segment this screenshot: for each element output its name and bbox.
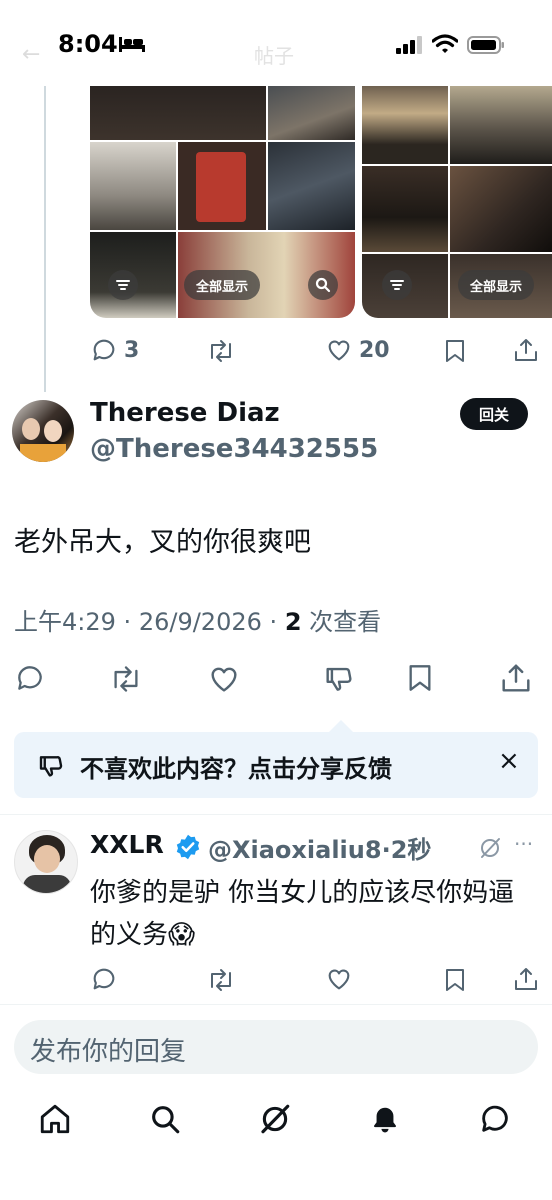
share-icon[interactable] (513, 966, 539, 992)
post-meta: 上午4:29 · 26/9/2026 · 2 次查看 (14, 602, 381, 637)
photo-tile[interactable] (178, 142, 266, 230)
close-icon[interactable]: × (498, 746, 520, 776)
reply-count: 3 (124, 337, 140, 363)
feedback-pointer (329, 720, 353, 732)
wifi-icon (432, 34, 458, 53)
show-all-button[interactable]: 全部显示 (184, 270, 260, 300)
photo-tile[interactable] (268, 142, 355, 230)
photo-tile[interactable] (450, 86, 552, 164)
show-all-button[interactable]: 全部显示 (458, 270, 534, 300)
repost-icon[interactable] (206, 967, 236, 993)
header-title: 帖子 (254, 44, 294, 68)
photo-tile[interactable] (90, 142, 176, 230)
heart-icon[interactable] (325, 965, 353, 993)
back-arrow-icon[interactable]: ← (22, 42, 40, 67)
share-icon (515, 339, 537, 361)
thread-connector-line (44, 86, 46, 392)
reply-icon[interactable] (14, 662, 46, 694)
like-action[interactable]: 20 (325, 336, 390, 364)
reply-action[interactable]: 3 (90, 336, 139, 364)
heart-icon (328, 340, 350, 361)
post-text: 老外吊大，叉的你很爽吧 (14, 527, 311, 558)
feedback-prompt[interactable]: 不喜欢此内容？点击分享反馈 (80, 749, 392, 784)
handle[interactable]: @Therese34432555 (90, 434, 378, 464)
reply-handle[interactable]: @Xiaoxialiu8 (208, 836, 382, 864)
search-icon (315, 277, 331, 293)
sleep-focus-icon (119, 37, 145, 52)
photo-tile[interactable] (450, 166, 552, 252)
reply-time: 2秒 (390, 836, 432, 864)
status-bar: ← 帖子 8:04 (0, 0, 552, 90)
repost-icon (211, 340, 231, 362)
photo-tile[interactable] (90, 86, 266, 140)
views-label[interactable]: 次查看 (309, 608, 381, 636)
post-time: 上午4:29 (14, 608, 116, 636)
follow-back-button[interactable]: 回关 (460, 398, 528, 430)
meta-separator: · (381, 836, 391, 864)
bookmark-icon (446, 340, 464, 362)
view-count: 2 (284, 608, 302, 636)
reply-handle-line: @Xiaoxialiu8·2秒 (208, 830, 431, 865)
post-date: 26/9/2026 (138, 608, 262, 636)
like-count: 20 (359, 337, 390, 363)
reply-composer-placeholder[interactable]: 发布你的回复 (30, 1031, 186, 1068)
more-media-button[interactable] (382, 270, 412, 300)
grok-icon[interactable] (258, 1102, 292, 1136)
search-image-button[interactable] (308, 270, 338, 300)
repost-icon[interactable] (108, 664, 144, 694)
dislike-icon (39, 756, 63, 777)
reply-composer[interactable]: 发布你的回复 (14, 1020, 538, 1074)
cellular-signal-icon (396, 36, 422, 54)
dislike-icon[interactable] (322, 662, 356, 696)
repost-action[interactable] (206, 338, 236, 364)
photo-tile[interactable] (268, 86, 355, 140)
feedback-banner[interactable]: 不喜欢此内容？点击分享反馈 × (14, 732, 538, 798)
reply-text: 你爹的是驴 你当女儿的应该尽你妈逼的义务😱 (90, 878, 515, 950)
stack-icon (390, 280, 404, 290)
home-icon[interactable] (38, 1102, 72, 1136)
avatar[interactable] (12, 400, 74, 462)
photo-grid-museum[interactable]: 全部显示 (90, 86, 355, 318)
bookmark-icon[interactable] (443, 967, 467, 993)
divider (0, 814, 552, 815)
heart-icon[interactable] (207, 662, 241, 696)
search-icon[interactable] (148, 1102, 182, 1136)
messages-icon[interactable] (478, 1102, 512, 1136)
reply-icon[interactable] (90, 965, 118, 993)
meta-separator: · (123, 608, 132, 636)
reply-icon (93, 339, 115, 361)
share-action[interactable] (513, 337, 539, 363)
display-name[interactable]: Therese Diaz (90, 398, 280, 428)
photo-tile[interactable] (362, 86, 448, 164)
grok-icon[interactable] (478, 836, 502, 860)
bookmark-action[interactable] (443, 338, 467, 364)
battery-icon (467, 36, 504, 54)
notifications-icon[interactable] (368, 1102, 402, 1136)
stack-icon (116, 280, 130, 290)
more-media-button[interactable] (108, 270, 138, 300)
photo-tile[interactable] (362, 166, 448, 252)
verified-badge-icon (176, 834, 200, 860)
more-options-icon[interactable]: ··· (514, 832, 533, 856)
status-time: 8:04 (58, 30, 118, 58)
divider (0, 1004, 552, 1005)
reply-display-name[interactable]: XXLR (90, 830, 164, 859)
share-icon[interactable] (500, 662, 532, 694)
reply-avatar[interactable] (14, 830, 78, 894)
meta-separator: · (269, 608, 278, 636)
photo-grid-dinner[interactable]: 全部显示 (362, 86, 552, 318)
bookmark-icon[interactable] (406, 662, 434, 694)
